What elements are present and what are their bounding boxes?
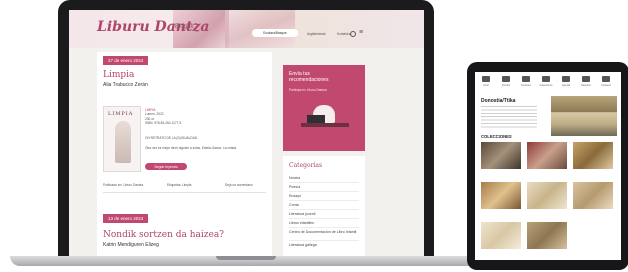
nav-label: Nosotros (581, 84, 591, 87)
nav-home-icon[interactable]: Inicio (479, 76, 493, 88)
category-divider (289, 227, 359, 228)
nav-label: Servicios (521, 84, 531, 87)
collection-thumbnail[interactable] (527, 222, 567, 249)
nav-label: Contacto (601, 84, 611, 87)
book-details: LIMPIA Lumen, 2022 230 or. ISBN: 978-84-… (145, 108, 181, 125)
hamburger-icon[interactable]: ≡ (359, 29, 363, 36)
building-photo[interactable] (551, 96, 617, 136)
category-item[interactable]: Comic (289, 203, 299, 207)
nav-label: Inicio (483, 84, 489, 87)
category-divider (289, 218, 359, 219)
post-divider (103, 192, 266, 193)
category-item[interactable]: Novela (289, 176, 300, 180)
tablet-screen: Inicio Fondos Servicios Colecciones Agen… (475, 72, 621, 260)
category-item[interactable]: Libros infantiles (289, 221, 314, 225)
site-logo-subtitle: Blogak (175, 24, 194, 30)
nav-collections-icon[interactable]: Fondos (499, 76, 513, 88)
search-icon[interactable] (350, 31, 356, 37)
nav-label: Colecciones (539, 84, 553, 87)
nav-label: Agenda (561, 84, 571, 87)
tablet-intro-text (481, 106, 537, 128)
read-more-button[interactable]: Seguir leyendo (145, 163, 187, 170)
nav-link-publishers[interactable]: Argitaletxeak (307, 32, 325, 36)
post-summary: Otra vez es mejor decir alguien a solas,… (145, 146, 237, 150)
nav-services-icon[interactable]: Servicios (519, 76, 533, 88)
nav-label: Fondos (502, 84, 510, 87)
category-item[interactable]: Ensayo (289, 194, 301, 198)
post-author: Alia Trabucco Zerán (103, 82, 148, 88)
book-cover-figure (115, 121, 131, 163)
category-divider (289, 191, 359, 192)
book-cover[interactable]: LIMPIA (103, 106, 141, 172)
collection-thumbnail[interactable] (573, 142, 613, 169)
post-author: Katrin Mendiguren Elizeg (103, 242, 159, 248)
collection-thumbnail[interactable] (481, 222, 521, 249)
language-switch[interactable]: Euskara/Basque (252, 29, 298, 37)
recommendations-banner[interactable]: Envía tus recomendaciones Participa en L… (283, 65, 365, 151)
post-footer-category[interactable]: Publicado en: Liburu Dantza (103, 183, 143, 187)
nav-about-icon[interactable]: Nosotros (579, 76, 593, 88)
post-date: 27 de enero 2024 (103, 56, 149, 65)
collection-thumbnail[interactable] (481, 142, 521, 169)
banner-subtitle: Participa en Liburu Dantza (289, 88, 327, 92)
category-item[interactable]: Literatura gallega (289, 243, 317, 247)
nav-books-icon[interactable]: Colecciones (539, 76, 553, 88)
collection-thumbnail[interactable] (481, 182, 521, 209)
laptop-notch (216, 256, 276, 260)
category-item[interactable]: Centro de Documentación de Libro Infanti… (289, 230, 359, 235)
nav-calendar-icon[interactable]: Agenda (559, 76, 573, 88)
collection-thumbnail[interactable] (527, 182, 567, 209)
post-title[interactable]: Nondik sortzen da haizea? (103, 230, 224, 240)
post-footer-tags[interactable]: Etiquetas: Limpia (167, 183, 191, 187)
nav-contact-icon[interactable]: Contacto (599, 76, 613, 88)
category-divider (289, 182, 359, 183)
banner-title: Envía tus recomendaciones (289, 71, 329, 83)
book-cover-title: LIMPIA (108, 111, 134, 117)
post-list: 27 de enero 2024 Limpia Alia Trabucco Ze… (97, 52, 272, 256)
category-item[interactable]: Literatura juvenil (289, 212, 315, 216)
categories-panel: Categorías Novela Poesía Ensayo Comic Li… (283, 156, 365, 256)
collection-thumbnail[interactable] (573, 182, 613, 209)
desk-illustration (301, 123, 349, 127)
collections-heading: COLECCIONES (481, 134, 512, 139)
category-divider (289, 240, 359, 241)
category-divider (289, 209, 359, 210)
collection-thumbnail[interactable] (527, 142, 567, 169)
site-header: Liburu Dantza Blogak Euskara/Basque Argi… (69, 10, 424, 48)
tablet-heading: Donostia/Ttika (481, 98, 516, 104)
post-footer-comment[interactable]: Deja un comentario (225, 183, 253, 187)
categories-title: Categorías (289, 162, 323, 169)
post-date: 13 de enero 2024 (103, 214, 149, 223)
post-title[interactable]: Limpia (103, 70, 134, 80)
category-divider (289, 200, 359, 201)
book-detail-isbn: ISBN: 978-84-264-1177-5 (145, 120, 182, 125)
post-section-heading: OH RETRATO DE LA (D)IGUALDAD (145, 136, 198, 140)
laptop-screen: Liburu Dantza Blogak Euskara/Basque Argi… (69, 10, 424, 256)
category-item[interactable]: Poesía (289, 185, 300, 189)
